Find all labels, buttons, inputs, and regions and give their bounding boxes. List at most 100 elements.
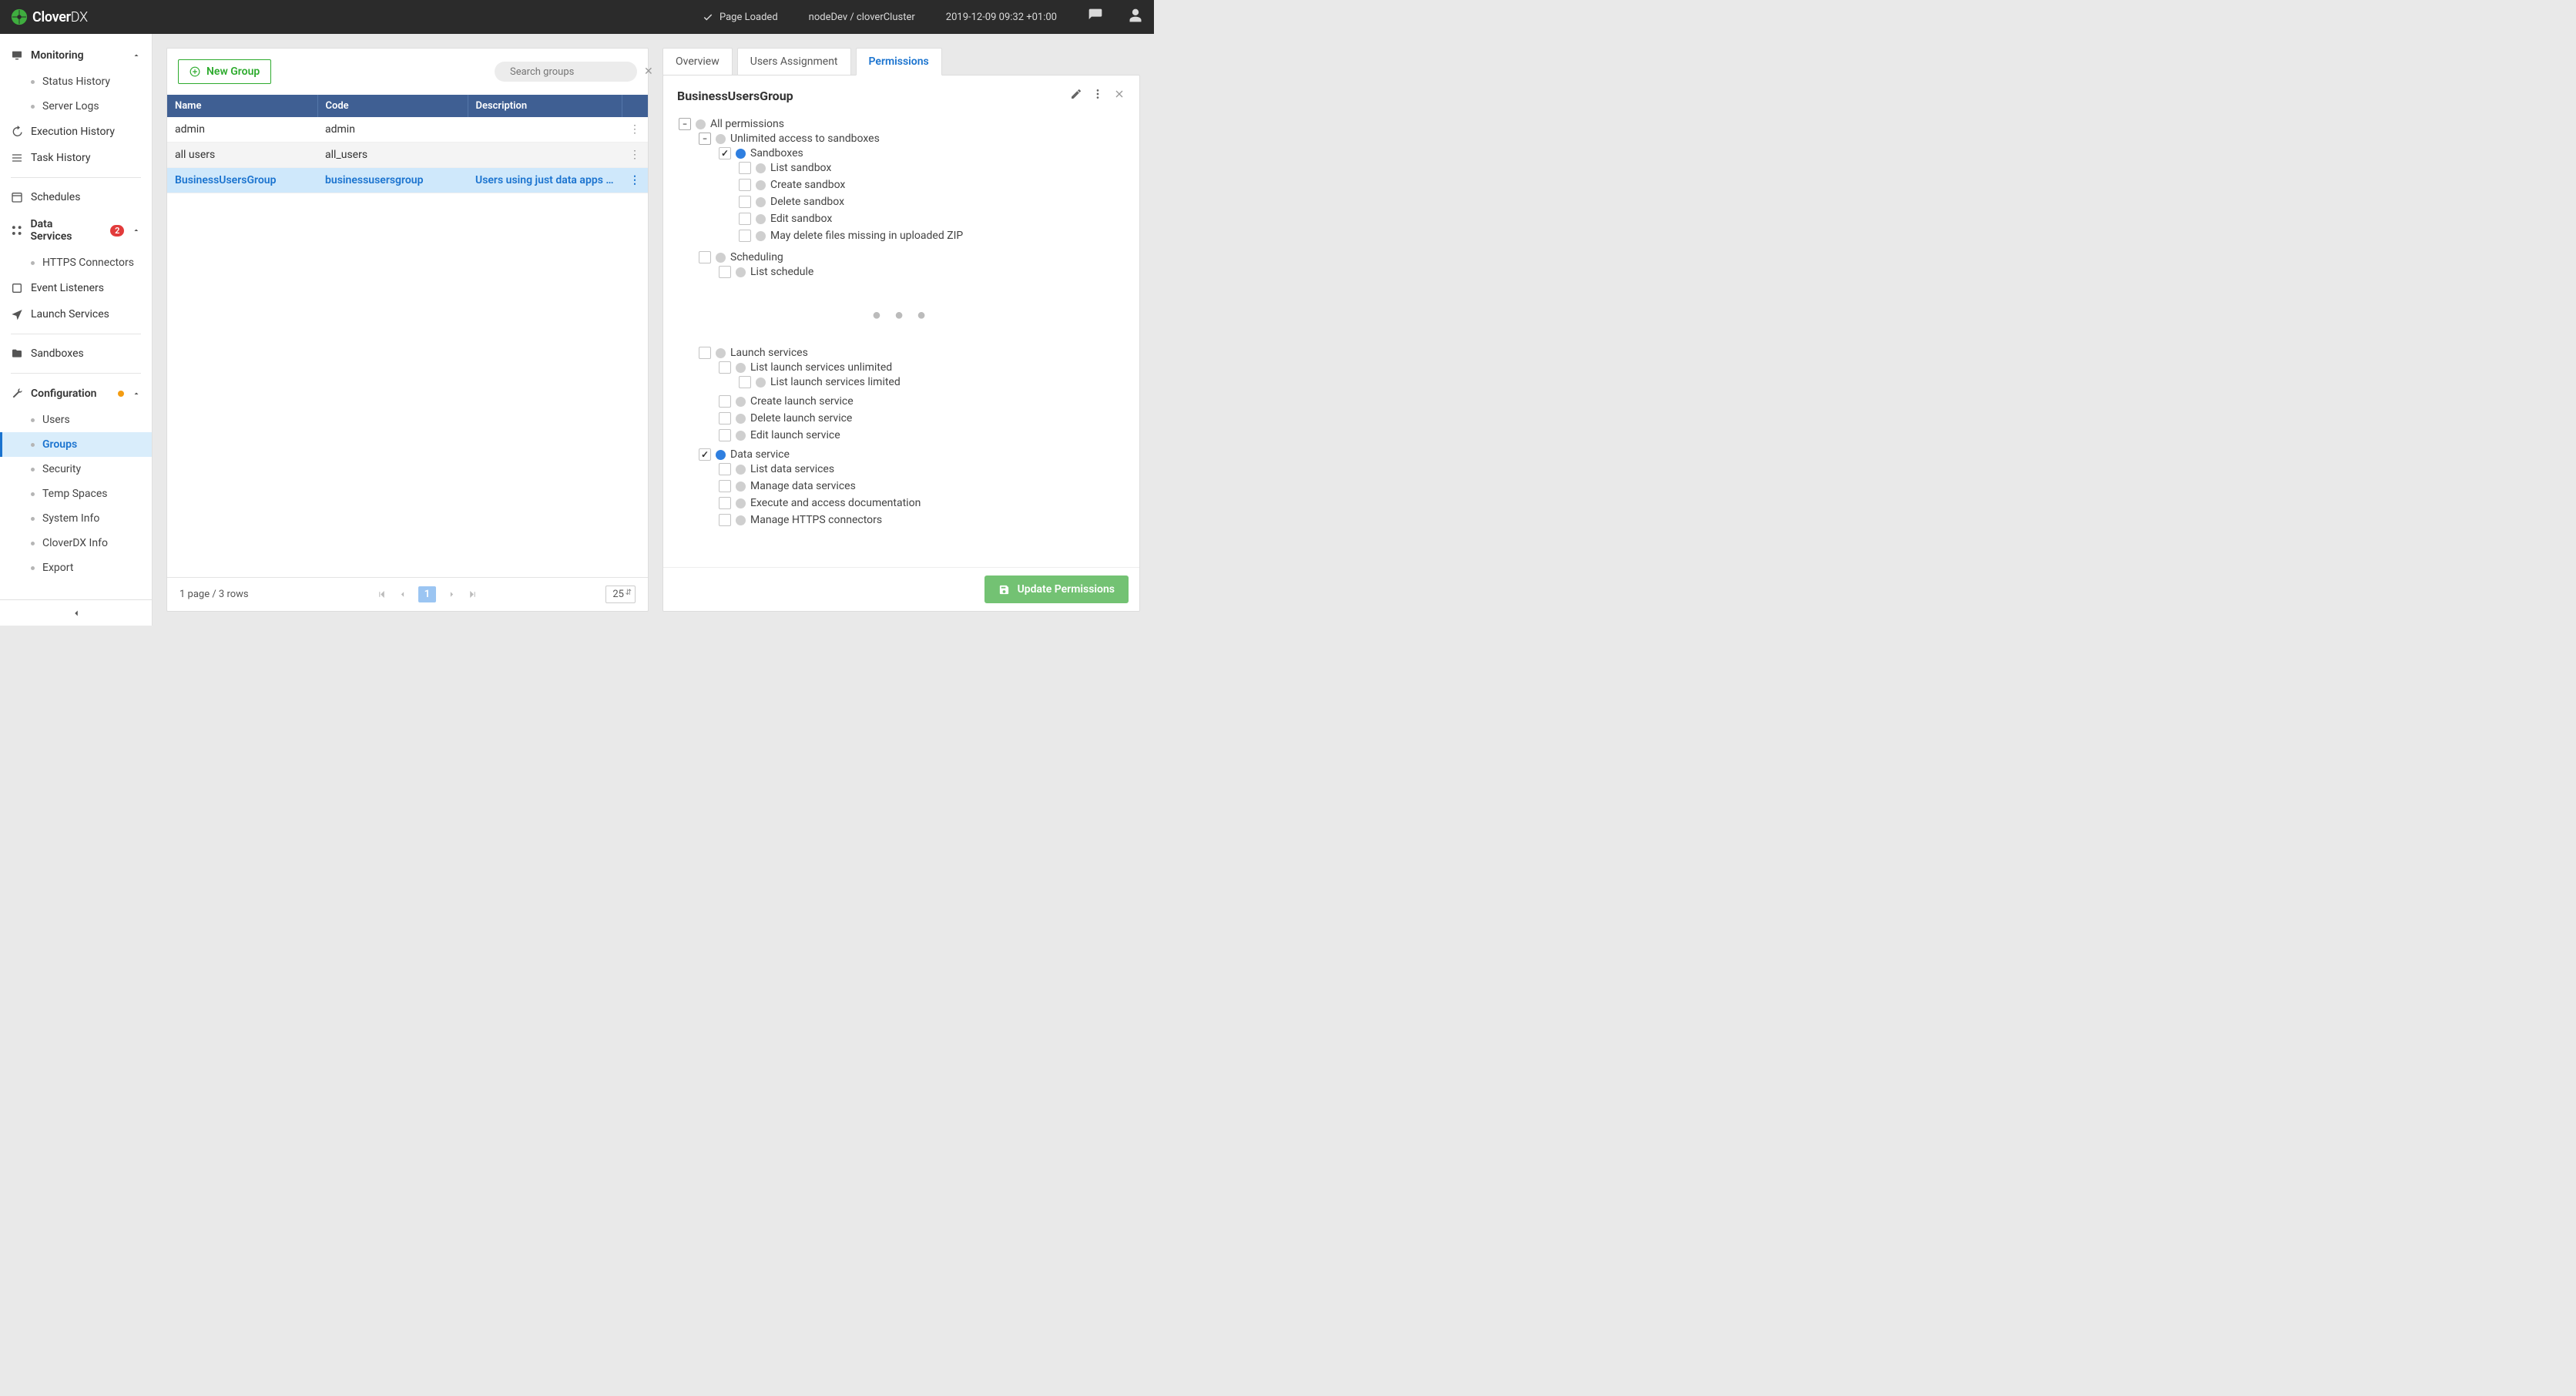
logo-icon xyxy=(11,8,28,25)
checkbox[interactable] xyxy=(719,395,731,408)
monitor-icon xyxy=(11,49,23,62)
checkbox[interactable] xyxy=(699,448,711,461)
perm-label: Delete launch service xyxy=(750,412,852,425)
perm-label: Create sandbox xyxy=(770,179,845,191)
chat-icon[interactable] xyxy=(1088,8,1103,26)
col-code[interactable]: Code xyxy=(317,95,468,117)
sidebar-item-event-listeners[interactable]: Event Listeners xyxy=(0,275,152,301)
search-input[interactable] xyxy=(510,66,638,78)
sidebar-item-execution-history[interactable]: Execution History xyxy=(0,119,152,145)
checkbox[interactable] xyxy=(699,251,711,263)
sidebar-item-export[interactable]: Export xyxy=(0,555,152,580)
sidebar-item-launch-services[interactable]: Launch Services xyxy=(0,301,152,327)
more-icon[interactable] xyxy=(1092,88,1104,103)
sidebar-item-https-connectors[interactable]: HTTPS Connectors xyxy=(0,250,152,275)
checkbox[interactable] xyxy=(739,376,751,388)
status-icon xyxy=(736,431,746,441)
checkbox[interactable] xyxy=(699,347,711,359)
table-row[interactable]: all users all_users ⋮ xyxy=(167,143,648,168)
last-page-icon[interactable] xyxy=(468,589,478,599)
groups-panel: New Group ✕ Name Code xyxy=(166,48,649,612)
row-menu-icon[interactable]: ⋮ xyxy=(622,117,648,143)
close-icon[interactable] xyxy=(1113,88,1125,103)
checkbox[interactable] xyxy=(739,230,751,242)
checkbox[interactable] xyxy=(739,162,751,174)
launch-icon xyxy=(11,308,23,320)
perm-label: List launch services unlimited xyxy=(750,361,892,374)
new-group-button[interactable]: New Group xyxy=(178,59,271,84)
logo-text: CloverDX xyxy=(32,9,88,25)
perm-label: Data service xyxy=(730,448,790,461)
update-permissions-button[interactable]: Update Permissions xyxy=(984,576,1129,603)
sidebar-item-system-info[interactable]: System Info xyxy=(0,506,152,531)
detail-title: BusinessUsersGroup xyxy=(677,89,1061,103)
sidebar: Monitoring Status History Server Logs Ex… xyxy=(0,34,153,626)
checkbox[interactable] xyxy=(719,266,731,278)
tree-toggle[interactable]: − xyxy=(699,133,711,145)
checkbox[interactable] xyxy=(719,361,731,374)
status-icon xyxy=(736,363,746,373)
prev-page-icon[interactable] xyxy=(397,589,408,599)
col-desc[interactable]: Description xyxy=(468,95,622,117)
col-name[interactable]: Name xyxy=(167,95,317,117)
tab-overview[interactable]: Overview xyxy=(662,48,733,76)
sidebar-group-monitoring[interactable]: Monitoring xyxy=(0,42,152,69)
tab-users-assignment[interactable]: Users Assignment xyxy=(737,48,851,76)
checkbox[interactable] xyxy=(719,497,731,509)
chevron-up-icon xyxy=(132,51,141,60)
perm-label: List launch services limited xyxy=(770,376,901,388)
first-page-icon[interactable] xyxy=(377,589,387,599)
detail-panel: BusinessUsersGroup − xyxy=(662,75,1140,612)
page-size-selector[interactable]: 25 xyxy=(605,586,636,603)
tab-permissions[interactable]: Permissions xyxy=(856,48,942,76)
sidebar-item-task-history[interactable]: Task History xyxy=(0,145,152,171)
checkbox[interactable] xyxy=(719,412,731,425)
status-icon xyxy=(756,180,766,190)
checkbox[interactable] xyxy=(719,514,731,526)
sidebar-item-temp-spaces[interactable]: Temp Spaces xyxy=(0,482,152,506)
checkbox[interactable] xyxy=(739,196,751,208)
user-icon[interactable] xyxy=(1128,8,1143,26)
sidebar-item-server-logs[interactable]: Server Logs xyxy=(0,94,152,119)
sidebar-group-configuration[interactable]: Configuration xyxy=(0,380,152,408)
sidebar-item-users[interactable]: Users xyxy=(0,408,152,432)
page-status: Page Loaded xyxy=(703,12,778,23)
tree-toggle[interactable]: − xyxy=(679,118,691,130)
status-icon xyxy=(716,450,726,460)
checkbox[interactable] xyxy=(719,463,731,475)
status-icon xyxy=(736,267,746,277)
task-icon xyxy=(11,152,23,164)
checkbox[interactable] xyxy=(719,429,731,441)
calendar-icon xyxy=(11,191,23,203)
plus-circle-icon xyxy=(190,66,200,77)
row-menu-icon[interactable]: ⋮ xyxy=(622,143,648,168)
current-page[interactable]: 1 xyxy=(418,586,436,602)
checkbox[interactable] xyxy=(719,480,731,492)
sidebar-item-status-history[interactable]: Status History xyxy=(0,69,152,94)
edit-icon[interactable] xyxy=(1070,88,1082,103)
table-row[interactable]: admin admin ⋮ xyxy=(167,117,648,143)
checkbox[interactable] xyxy=(739,179,751,191)
sidebar-item-cloverdx-info[interactable]: CloverDX Info xyxy=(0,531,152,555)
perm-label: Sandboxes xyxy=(750,147,803,159)
search-groups[interactable]: ✕ xyxy=(495,62,637,82)
sidebar-item-schedules[interactable]: Schedules xyxy=(0,184,152,210)
next-page-icon[interactable] xyxy=(447,589,457,599)
checkbox[interactable] xyxy=(739,213,751,225)
clear-search-icon[interactable]: ✕ xyxy=(644,65,653,78)
row-menu-icon[interactable]: ⋮ xyxy=(622,168,648,193)
perm-label: Execute and access documentation xyxy=(750,497,921,509)
sidebar-item-sandboxes[interactable]: Sandboxes xyxy=(0,341,152,367)
checkbox[interactable] xyxy=(719,147,731,159)
sidebar-group-data-services[interactable]: Data Services 2 xyxy=(0,210,152,250)
groups-table: Name Code Description admin admin xyxy=(167,95,648,193)
logo[interactable]: CloverDX xyxy=(11,8,88,25)
status-icon xyxy=(756,163,766,173)
status-icon xyxy=(736,482,746,492)
table-row[interactable]: BusinessUsersGroup businessusersgroup Us… xyxy=(167,168,648,193)
sidebar-collapse[interactable] xyxy=(0,599,152,626)
sidebar-item-security[interactable]: Security xyxy=(0,457,152,482)
badge-config-dot xyxy=(118,391,124,397)
permissions-tree: − All permissions − xyxy=(679,116,1124,531)
sidebar-item-groups[interactable]: Groups xyxy=(0,432,152,457)
